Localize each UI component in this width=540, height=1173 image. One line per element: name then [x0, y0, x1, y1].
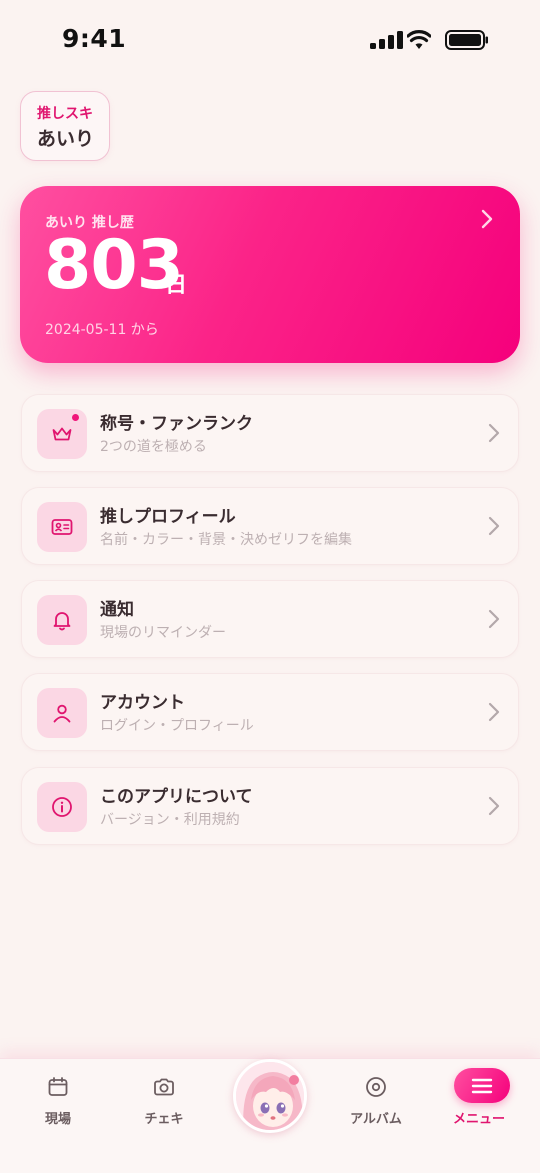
chevron-right-icon [488, 516, 500, 536]
tab-genba[interactable]: 現場 [8, 1059, 108, 1139]
status-time: 9:41 [62, 24, 127, 53]
battery-icon [445, 30, 488, 50]
menu-item-notifications[interactable]: 通知 現場のリマインダー [21, 580, 519, 658]
info-icon [37, 782, 87, 832]
chevron-right-icon [488, 796, 500, 816]
menu-item-title: 称号・ファンランク [100, 414, 253, 434]
disc-icon [366, 1077, 386, 1097]
oshi-selector[interactable]: 推しスキ あいり [20, 91, 110, 161]
chevron-right-icon [488, 609, 500, 629]
tab-bar: 現場 チェキ アルバム メニュー [0, 1058, 540, 1173]
menu-item-subtitle: 名前・カラー・背景・決めゼリフを編集 [100, 532, 352, 548]
tab-cheki[interactable]: チェキ [114, 1059, 214, 1139]
signal-icon [370, 31, 403, 49]
oshi-days-card[interactable]: あいり 推し歴 803 日 2024-05-11 から [20, 186, 520, 363]
menu-item-subtitle: 2つの道を極める [100, 439, 207, 455]
menu-item-subtitle: ログイン・プロフィール [100, 718, 254, 734]
chevron-right-icon [488, 702, 500, 722]
menu-item-subtitle: バージョン・利用規約 [100, 812, 240, 828]
menu-item-subtitle: 現場のリマインダー [100, 625, 226, 641]
menu-item-oshi-profile[interactable]: 推しプロフィール 名前・カラー・背景・決めゼリフを編集 [21, 487, 519, 565]
menu-item-title: このアプリについて [100, 787, 253, 807]
bell-icon [37, 595, 87, 645]
oshi-days-unit: 日 [165, 273, 188, 298]
oshi-days-count: 803 [44, 226, 184, 305]
oshi-since-date: 2024-05-11 から [45, 322, 159, 338]
wifi-icon [407, 30, 431, 49]
oshi-selector-name: あいり [37, 128, 95, 150]
person-icon [37, 688, 87, 738]
menu-item-title: 推しプロフィール [100, 507, 236, 527]
tab-label: チェキ [144, 1112, 184, 1127]
chevron-right-icon [488, 423, 500, 443]
menu-item-title-rank[interactable]: 称号・ファンランク 2つの道を極める [21, 394, 519, 472]
crown-icon [37, 409, 87, 459]
tab-album[interactable]: アルバム [326, 1059, 426, 1139]
menu-icon [471, 1078, 493, 1094]
menu-item-title: アカウント [100, 693, 185, 713]
id-card-icon [37, 502, 87, 552]
camera-icon [154, 1078, 174, 1096]
status-bar: 9:41 [0, 0, 540, 80]
menu-item-about-app[interactable]: このアプリについて バージョン・利用規約 [21, 767, 519, 845]
chevron-right-icon [481, 209, 493, 229]
tab-menu[interactable]: メニュー [429, 1059, 529, 1139]
calendar-icon [48, 1077, 68, 1096]
tab-label: メニュー [452, 1112, 505, 1127]
oshi-selector-label: 推しスキ [37, 106, 93, 122]
tab-label: アルバム [350, 1112, 402, 1127]
menu-item-account[interactable]: アカウント ログイン・プロフィール [21, 673, 519, 751]
menu-item-title: 通知 [100, 600, 134, 620]
avatar-illustration [236, 1062, 304, 1130]
tab-active-indicator [454, 1068, 510, 1103]
avatar[interactable] [233, 1059, 307, 1133]
notification-dot [71, 413, 80, 422]
tab-label: 現場 [44, 1112, 71, 1127]
